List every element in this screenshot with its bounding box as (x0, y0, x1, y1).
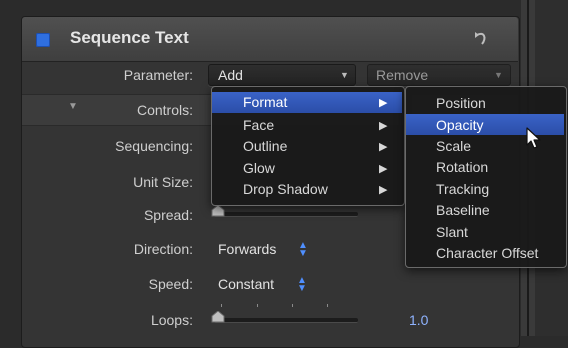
menu-item-outline[interactable]: Outline (243, 138, 287, 154)
controls-label: Controls: (136, 102, 193, 118)
slider-tick (327, 304, 328, 307)
spread-label: Spread: (143, 207, 193, 223)
menu-item-scale[interactable]: Scale (436, 138, 471, 154)
menu-item-character-offset[interactable]: Character Offset (436, 245, 538, 261)
menu-item-drop-shadow[interactable]: Drop Shadow (243, 181, 328, 197)
reset-arrow-icon[interactable] (472, 29, 490, 49)
remove-popup-arrow-icon: ▼ (494, 70, 503, 80)
menu-item-glow[interactable]: Glow (243, 160, 275, 176)
menu-item-rotation[interactable]: Rotation (436, 159, 488, 175)
submenu-arrow-icon: ▶ (379, 184, 388, 196)
mouse-pointer-icon (526, 127, 541, 149)
menu-item-baseline[interactable]: Baseline (436, 202, 490, 218)
loops-slider-thumb[interactable] (211, 311, 225, 323)
add-popup-arrow-icon: ▼ (340, 70, 349, 80)
slider-tick (257, 304, 258, 307)
speed-label: Speed: (148, 276, 193, 292)
menu-item-tracking[interactable]: Tracking (436, 181, 489, 197)
submenu-arrow-icon: ▶ (379, 120, 388, 132)
parameter-label: Parameter: (123, 67, 193, 83)
slider-tick (221, 304, 222, 307)
loops-value[interactable]: 1.0 (409, 312, 428, 328)
speed-stepper-icon[interactable]: ▲ ▼ (297, 276, 307, 294)
menu-item-face[interactable]: Face (243, 117, 274, 133)
enable-checkbox[interactable] (36, 33, 50, 47)
submenu-arrow-icon: ▶ (379, 97, 388, 109)
add-popup-label: Add (218, 67, 243, 83)
loops-label: Loops: (150, 312, 193, 328)
direction-popup[interactable]: Forwards (218, 241, 276, 257)
menu-item-format[interactable]: Format (243, 94, 287, 110)
submenu-arrow-icon: ▶ (379, 141, 388, 153)
spread-slider-thumb[interactable] (211, 205, 225, 217)
spread-slider[interactable] (214, 212, 358, 217)
direction-label: Direction: (133, 241, 193, 257)
unit-size-label: Unit Size: (133, 174, 193, 190)
sequencing-label: Sequencing: (115, 138, 193, 154)
panel-title: Sequence Text (70, 28, 189, 47)
remove-popup-label: Remove (376, 67, 429, 83)
add-menu-highlight (212, 92, 402, 113)
speed-popup[interactable]: Constant (218, 276, 274, 292)
menu-item-position[interactable]: Position (436, 95, 486, 111)
loops-slider[interactable] (214, 318, 358, 323)
slider-tick (292, 304, 293, 307)
menu-item-slant[interactable]: Slant (436, 224, 468, 240)
direction-stepper-icon[interactable]: ▲ ▼ (298, 241, 308, 259)
submenu-arrow-icon: ▶ (379, 163, 388, 175)
menu-item-opacity[interactable]: Opacity (436, 117, 483, 133)
